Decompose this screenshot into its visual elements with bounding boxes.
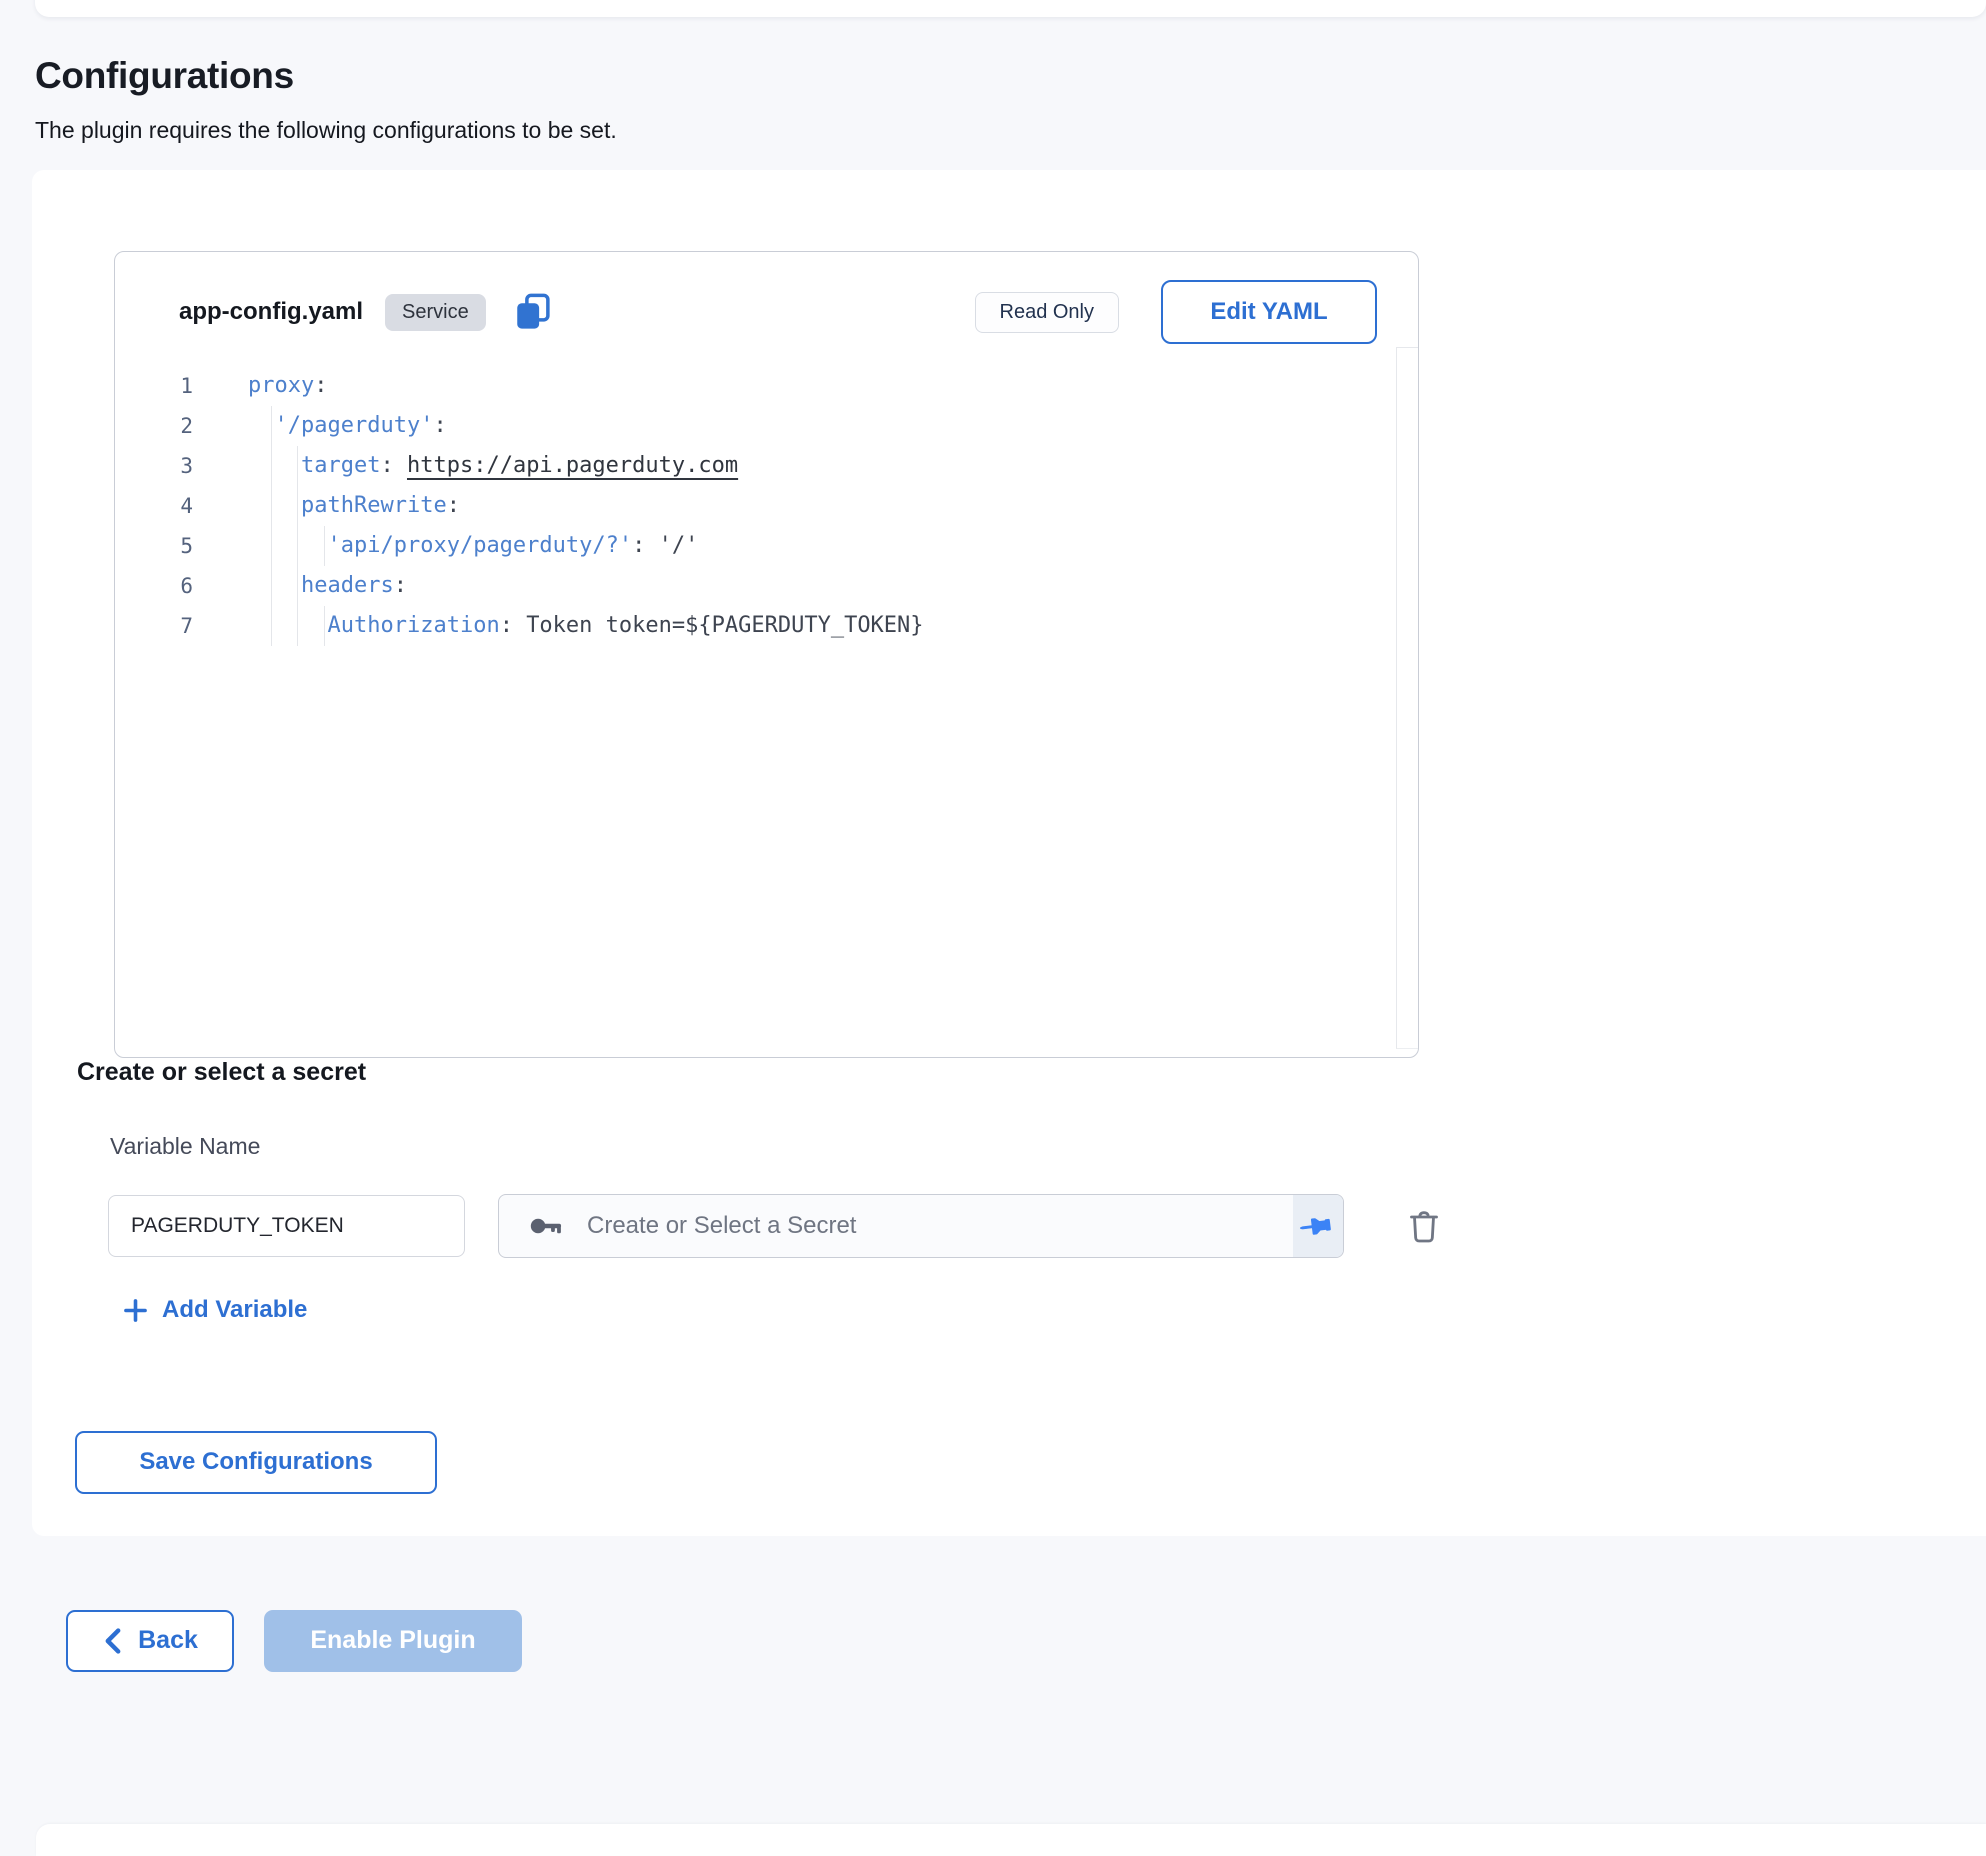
- variable-row: Create or Select a Secret: [108, 1194, 1986, 1258]
- copy-icon: [512, 291, 554, 333]
- yaml-editor-card: app-config.yaml Service Read Only Edit Y…: [114, 251, 1419, 1058]
- secret-select[interactable]: Create or Select a Secret: [498, 1194, 1344, 1258]
- line-number: 3: [115, 446, 193, 486]
- chevron-left-icon: [102, 1628, 124, 1654]
- enable-plugin-button[interactable]: Enable Plugin: [264, 1610, 522, 1672]
- editor-header: app-config.yaml Service Read Only Edit Y…: [115, 252, 1418, 344]
- editor-scrollbar[interactable]: [1396, 347, 1418, 1049]
- secret-section-heading: Create or select a secret: [77, 1058, 1986, 1087]
- add-variable-button[interactable]: Add Variable: [122, 1296, 307, 1324]
- config-filename: app-config.yaml: [179, 298, 363, 326]
- edit-yaml-button[interactable]: Edit YAML: [1161, 280, 1377, 344]
- add-variable-label: Add Variable: [162, 1296, 307, 1324]
- copy-button[interactable]: [512, 291, 554, 333]
- code-line: headers:: [248, 566, 924, 606]
- code-viewport[interactable]: 1234567 proxy:'/pagerduty':target: https…: [115, 366, 1418, 646]
- pin-icon: [1302, 1210, 1334, 1242]
- variable-name-label: Variable Name: [110, 1133, 1986, 1160]
- service-badge: Service: [385, 294, 486, 331]
- key-icon: [527, 1207, 565, 1245]
- code-line: proxy:: [248, 366, 924, 406]
- line-number: 7: [115, 606, 193, 646]
- footer-actions: Back Enable Plugin: [66, 1610, 1986, 1672]
- line-number: 2: [115, 406, 193, 446]
- code-line: target: https://api.pagerduty.com: [248, 446, 924, 486]
- configurations-panel: app-config.yaml Service Read Only Edit Y…: [32, 170, 1986, 1536]
- code-line: pathRewrite:: [248, 486, 924, 526]
- line-number: 4: [115, 486, 193, 526]
- page-subtitle: The plugin requires the following config…: [35, 117, 1986, 144]
- trash-icon: [1404, 1206, 1444, 1246]
- line-number: 1: [115, 366, 193, 406]
- code-lines: proxy:'/pagerduty':target: https://api.p…: [248, 366, 924, 646]
- pin-button[interactable]: [1293, 1195, 1343, 1257]
- delete-variable-button[interactable]: [1402, 1204, 1446, 1248]
- line-number: 6: [115, 566, 193, 606]
- next-section-card: [36, 1824, 1986, 1856]
- code-gutter: 1234567: [115, 366, 193, 646]
- secret-select-body[interactable]: Create or Select a Secret: [499, 1195, 1293, 1257]
- read-only-badge: Read Only: [975, 292, 1120, 333]
- line-number: 5: [115, 526, 193, 566]
- plus-icon: [122, 1297, 149, 1324]
- code-line: Authorization: Token token=${PAGERDUTY_T…: [248, 606, 924, 646]
- code-line: 'api/proxy/pagerduty/?': '/': [248, 526, 924, 566]
- back-button[interactable]: Back: [66, 1610, 234, 1672]
- previous-section-card: [35, 0, 1986, 17]
- variable-name-input[interactable]: [108, 1195, 465, 1257]
- secret-select-placeholder: Create or Select a Secret: [587, 1212, 856, 1240]
- back-button-label: Back: [138, 1626, 198, 1655]
- save-configurations-button[interactable]: Save Configurations: [75, 1431, 437, 1494]
- code-line: '/pagerduty':: [248, 406, 924, 446]
